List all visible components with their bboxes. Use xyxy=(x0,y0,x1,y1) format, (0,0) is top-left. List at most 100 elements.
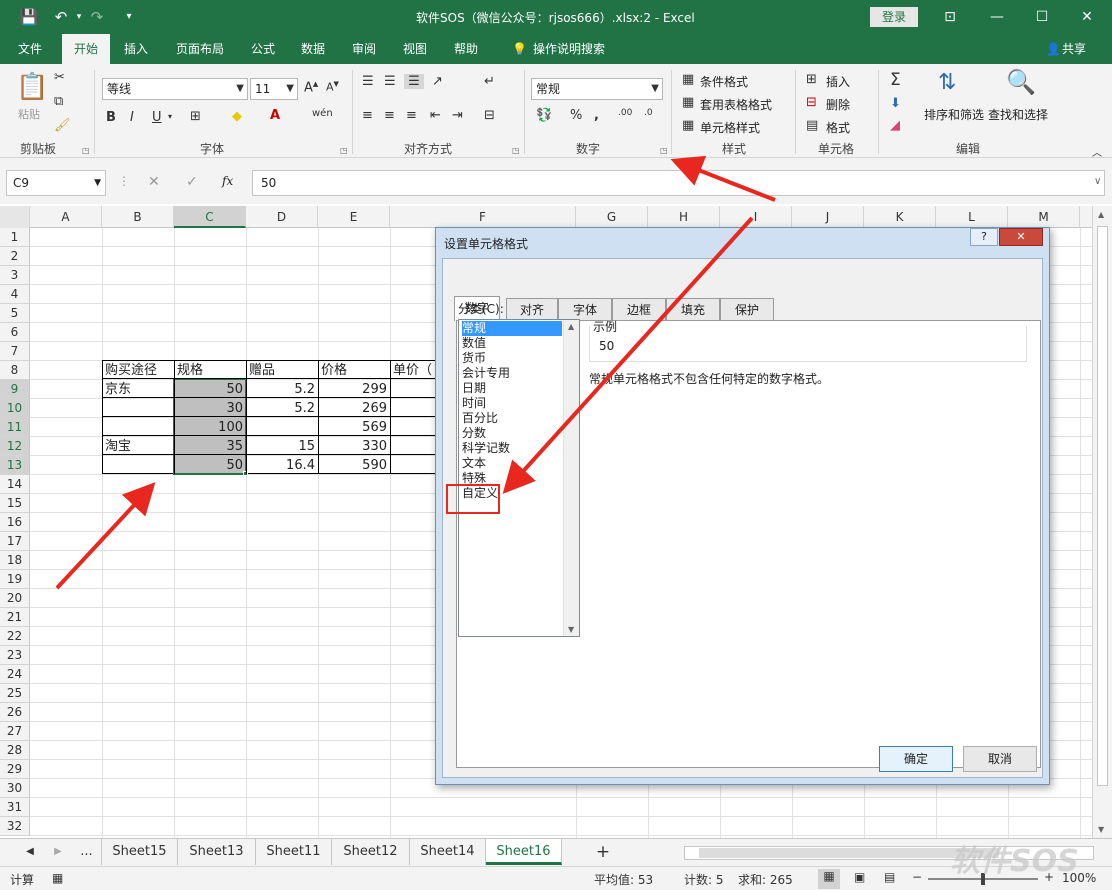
tab-data[interactable]: 数据 xyxy=(293,34,333,64)
clear-icon[interactable]: ◢ xyxy=(890,118,900,133)
cell-styles-button[interactable]: 单元格样式 xyxy=(700,119,760,136)
decrease-decimal-icon[interactable]: .0 xyxy=(644,108,653,118)
table-cell[interactable]: 30 xyxy=(174,399,246,418)
format-cells-button[interactable]: 格式 xyxy=(826,119,850,136)
dialog-tab-border[interactable]: 边框 xyxy=(612,298,666,320)
scrollbar-thumb[interactable] xyxy=(1097,226,1108,786)
comma-style-icon[interactable]: , xyxy=(594,108,599,123)
page-layout-view-icon[interactable]: ▣ xyxy=(854,870,865,884)
row-header[interactable]: 17 xyxy=(0,532,30,551)
fill-color-icon[interactable]: ◆ xyxy=(232,109,242,124)
category-item[interactable]: 分数 xyxy=(462,426,562,441)
align-left-icon[interactable]: ≡ xyxy=(362,108,373,123)
insert-cells-button[interactable]: 插入 xyxy=(826,73,850,90)
table-cell[interactable]: 569 xyxy=(318,418,390,437)
table-cell[interactable]: 京东 xyxy=(102,380,174,399)
sheet-tab[interactable]: Sheet14 xyxy=(410,839,486,865)
copy-icon[interactable]: ⧉ xyxy=(54,94,63,109)
macro-record-icon[interactable]: ▦ xyxy=(52,871,63,885)
table-cell[interactable]: 16.4 xyxy=(246,456,318,475)
dialog-tab-font[interactable]: 字体 xyxy=(558,298,612,320)
tab-view[interactable]: 视图 xyxy=(395,34,435,64)
chevron-down-icon[interactable]: ▾ xyxy=(168,112,172,121)
customize-quick-access-icon[interactable]: ▾ xyxy=(118,6,140,28)
table-header-cell[interactable]: 赠品 xyxy=(246,361,318,380)
tab-review[interactable]: 审阅 xyxy=(344,34,384,64)
expand-formula-bar-icon[interactable]: ∨ xyxy=(1094,176,1101,187)
row-header[interactable]: 7 xyxy=(0,342,30,361)
row-header[interactable]: 25 xyxy=(0,684,30,703)
table-header-cell[interactable]: 规格 xyxy=(174,361,246,380)
category-item[interactable]: 百分比 xyxy=(462,411,562,426)
fill-icon[interactable]: ⬇ xyxy=(890,96,901,111)
row-header[interactable]: 22 xyxy=(0,627,30,646)
table-cell[interactable] xyxy=(102,399,174,418)
row-header[interactable]: 29 xyxy=(0,760,30,779)
number-format-combo[interactable]: 常规 ▼ xyxy=(531,78,663,100)
column-header[interactable]: E xyxy=(318,206,390,228)
align-middle-icon[interactable]: ☰ xyxy=(384,74,396,89)
row-header[interactable]: 15 xyxy=(0,494,30,513)
category-item[interactable]: 会计专用 xyxy=(462,366,562,381)
row-header[interactable]: 5 xyxy=(0,304,30,323)
sheet-tab[interactable]: Sheet15 xyxy=(102,839,178,865)
row-header[interactable]: 14 xyxy=(0,475,30,494)
alignment-launcher-icon[interactable]: ◳ xyxy=(512,146,520,155)
category-item[interactable]: 日期 xyxy=(462,381,562,396)
row-header[interactable]: 27 xyxy=(0,722,30,741)
column-header[interactable]: H xyxy=(648,206,720,228)
table-cell[interactable]: 淘宝 xyxy=(102,437,174,456)
redo-icon[interactable]: ↷ xyxy=(86,6,108,28)
row-header[interactable]: 6 xyxy=(0,323,30,342)
table-cell[interactable]: 5.2 xyxy=(246,399,318,418)
wrap-text-icon[interactable]: ↵ xyxy=(484,74,495,89)
row-header[interactable]: 2 xyxy=(0,247,30,266)
scroll-down-icon[interactable]: ▼ xyxy=(1098,825,1104,834)
orientation-icon[interactable]: ↗ xyxy=(432,74,443,89)
more-sheets-button[interactable]: ... xyxy=(72,839,102,865)
cancel-button[interactable]: 取消 xyxy=(963,746,1037,772)
column-header[interactable]: B xyxy=(102,206,174,228)
table-header-cell[interactable]: 购买途径 xyxy=(102,361,174,380)
row-header[interactable]: 20 xyxy=(0,589,30,608)
table-cell[interactable] xyxy=(246,418,318,437)
clipboard-launcher-icon[interactable]: ◳ xyxy=(82,146,90,155)
align-top-icon[interactable]: ☰ xyxy=(362,74,374,89)
normal-view-icon[interactable]: ▦ xyxy=(818,869,840,889)
align-right-icon[interactable]: ≡ xyxy=(406,108,417,123)
ribbon-display-options-icon[interactable]: ⊡ xyxy=(935,6,965,28)
dialog-tab-alignment[interactable]: 对齐 xyxy=(506,298,558,320)
ok-button[interactable]: 确定 xyxy=(879,746,953,772)
confirm-entry-icon[interactable]: ✓ xyxy=(186,174,198,190)
percent-icon[interactable]: % xyxy=(570,108,582,123)
row-header[interactable]: 26 xyxy=(0,703,30,722)
table-cell[interactable]: 15 xyxy=(246,437,318,456)
collapse-ribbon-icon[interactable]: ︿ xyxy=(1092,144,1102,159)
align-center-icon[interactable]: ≡ xyxy=(384,108,395,123)
category-item[interactable]: 货币 xyxy=(462,351,562,366)
column-header[interactable]: D xyxy=(246,206,318,228)
row-header[interactable]: 32 xyxy=(0,817,30,836)
column-header[interactable]: C xyxy=(174,206,246,228)
font-name-combo[interactable]: 等线 ▼ xyxy=(102,78,248,100)
row-header[interactable]: 9 xyxy=(0,380,30,399)
delete-cells-button[interactable]: 删除 xyxy=(826,96,850,113)
row-header[interactable]: 1 xyxy=(0,228,30,247)
scroll-down-icon[interactable]: ▼ xyxy=(568,625,574,634)
minimize-icon[interactable]: — xyxy=(982,6,1012,28)
decrease-font-icon[interactable]: A▼ xyxy=(326,80,339,94)
row-header[interactable]: 18 xyxy=(0,551,30,570)
save-icon[interactable]: 💾 xyxy=(18,6,40,28)
table-cell[interactable]: 50 xyxy=(174,456,246,475)
paste-icon[interactable]: 📋 xyxy=(16,72,48,102)
dialog-tab-protection[interactable]: 保护 xyxy=(720,298,774,320)
format-painter-icon[interactable]: 🖌 xyxy=(54,118,71,133)
close-window-icon[interactable]: ✕ xyxy=(1072,6,1102,28)
increase-decimal-icon[interactable]: .00 xyxy=(618,108,632,118)
row-header[interactable]: 28 xyxy=(0,741,30,760)
prev-sheet-icon[interactable]: ◀ xyxy=(18,839,42,865)
login-button[interactable]: 登录 xyxy=(870,7,918,27)
zoom-out-icon[interactable]: − xyxy=(912,870,922,884)
cut-icon[interactable]: ✂ xyxy=(54,70,65,85)
tab-help[interactable]: 帮助 xyxy=(446,34,486,64)
